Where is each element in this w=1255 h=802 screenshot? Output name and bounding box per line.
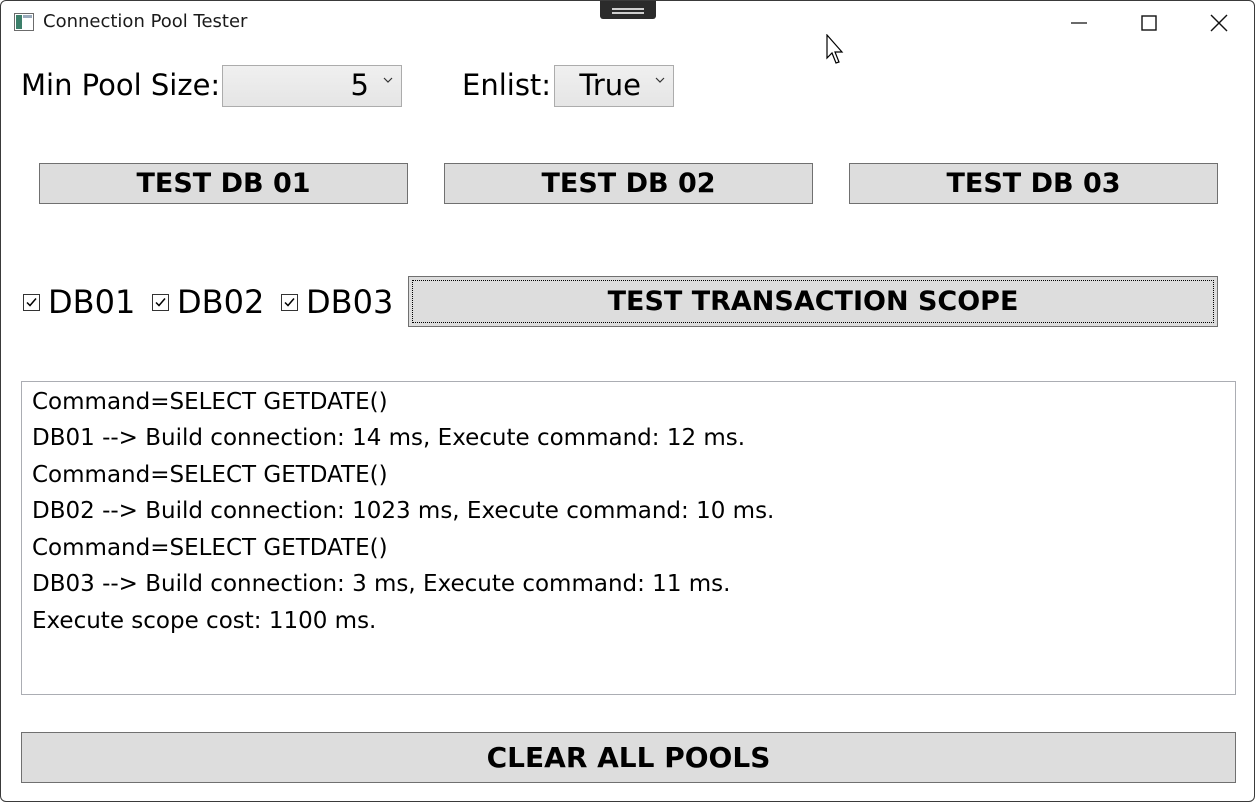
db01-checkbox-label: DB01 [48, 283, 136, 321]
enlist-label: Enlist: [462, 68, 552, 102]
mouse-cursor-icon [826, 34, 844, 64]
checkmark-icon [155, 297, 166, 307]
maximize-icon [1141, 15, 1157, 31]
log-line: DB01 --> Build connection: 14 ms, Execut… [32, 425, 746, 451]
db03-checkbox-label: DB03 [306, 283, 394, 321]
db03-checkbox[interactable]: DB03 [281, 283, 393, 321]
test-transaction-scope-button[interactable]: TEST TRANSACTION SCOPE [408, 276, 1218, 327]
minimize-icon [1071, 22, 1087, 24]
checkmark-icon [284, 297, 295, 307]
log-line: Command=SELECT GETDATE() [32, 535, 388, 561]
focus-rectangle [412, 280, 1214, 323]
close-icon [1210, 14, 1228, 32]
min-pool-size-label: Min Pool Size: [21, 68, 221, 102]
enlist-combobox[interactable]: True [554, 65, 674, 107]
title-bar[interactable]: Connection Pool Tester [1, 1, 1254, 45]
test-db-03-button[interactable]: TEST DB 03 [849, 163, 1218, 204]
db01-checkbox[interactable]: DB01 [23, 283, 135, 321]
test-db-01-button[interactable]: TEST DB 01 [39, 163, 408, 204]
test-db-02-button[interactable]: TEST DB 02 [444, 163, 813, 204]
window-title: Connection Pool Tester [43, 11, 248, 32]
checkbox-box [23, 293, 40, 311]
checkmark-icon [26, 297, 37, 307]
log-line: Command=SELECT GETDATE() [32, 389, 388, 415]
app-icon [14, 13, 34, 31]
db02-checkbox-label: DB02 [177, 283, 265, 321]
chevron-down-icon [383, 77, 393, 83]
checkbox-box [152, 293, 169, 311]
log-output-textbox[interactable]: Command=SELECT GETDATE() DB01 --> Build … [21, 381, 1236, 695]
close-button[interactable] [1184, 1, 1254, 45]
app-window: Connection Pool Tester Min Pool Size: 5 [0, 0, 1255, 802]
chevron-down-icon [655, 77, 665, 83]
enlist-value: True [579, 68, 641, 102]
snap-layout-handle[interactable] [600, 1, 656, 19]
db02-checkbox[interactable]: DB02 [152, 283, 264, 321]
min-pool-size-combobox[interactable]: 5 [222, 65, 402, 107]
maximize-button[interactable] [1114, 1, 1184, 45]
log-line: Command=SELECT GETDATE() [32, 462, 388, 488]
checkbox-box [281, 293, 298, 311]
log-line: DB03 --> Build connection: 3 ms, Execute… [32, 571, 731, 597]
log-line: Execute scope cost: 1100 ms. [32, 608, 377, 634]
log-line: DB02 --> Build connection: 1023 ms, Exec… [32, 498, 775, 524]
clear-all-pools-button[interactable]: CLEAR ALL POOLS [21, 732, 1236, 783]
min-pool-size-value: 5 [350, 68, 369, 102]
minimize-button[interactable] [1044, 1, 1114, 45]
